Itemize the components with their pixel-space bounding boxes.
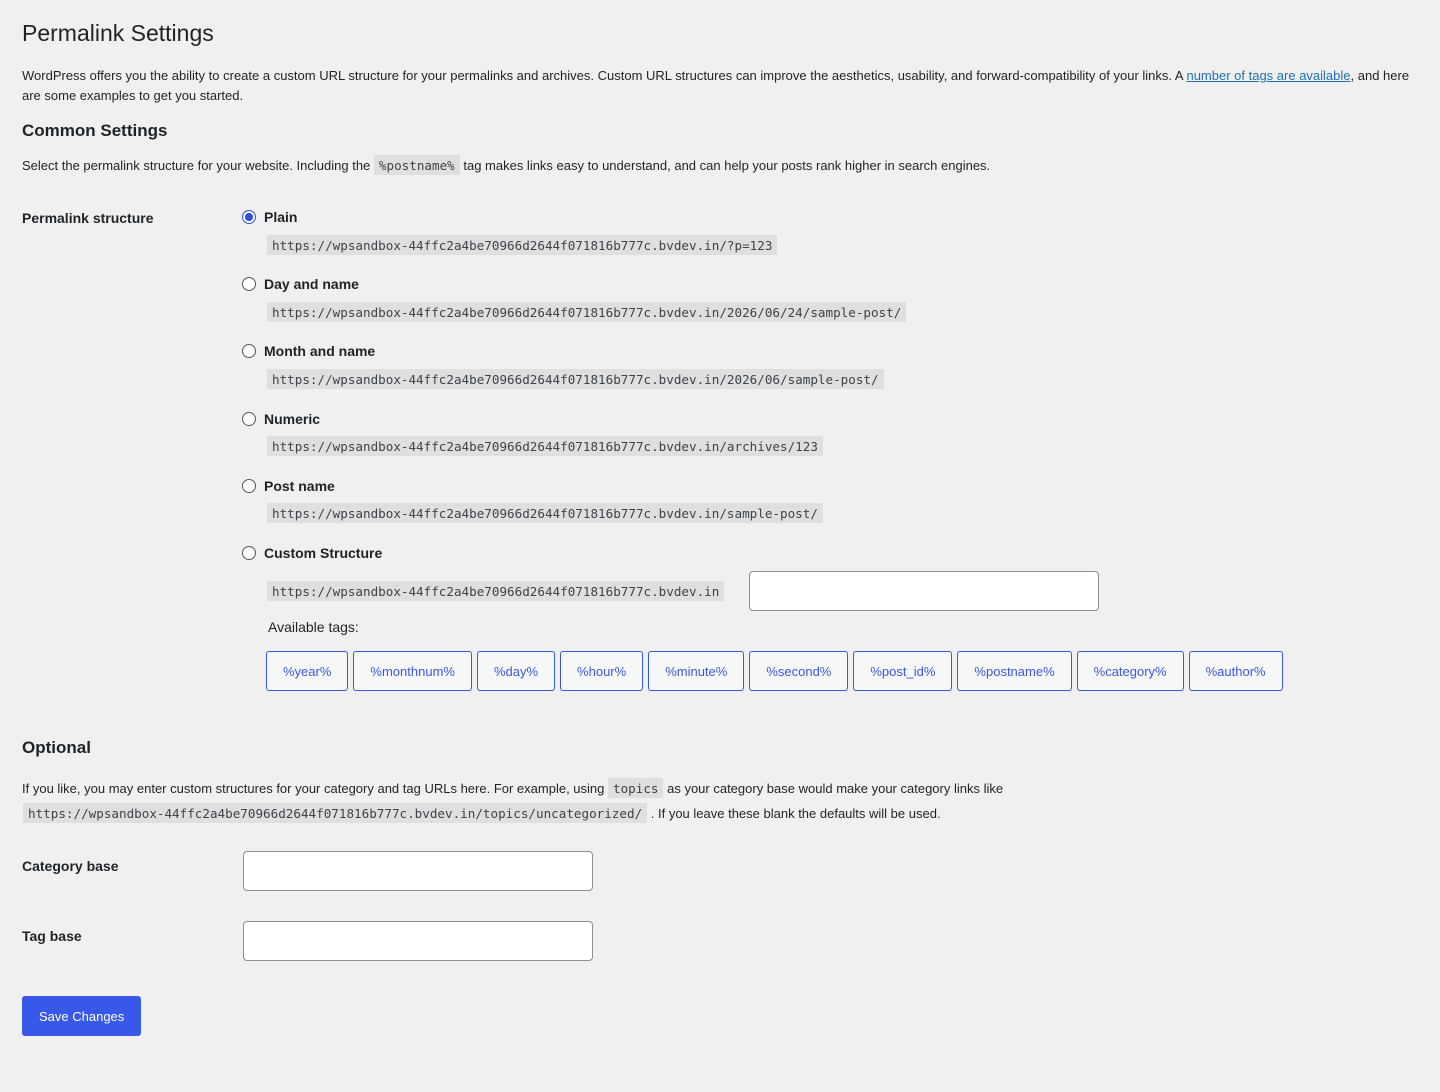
- available-tags-link[interactable]: number of tags are available: [1186, 68, 1350, 83]
- intro-text: WordPress offers you the ability to crea…: [22, 66, 1422, 105]
- save-changes-button[interactable]: Save Changes: [22, 996, 142, 1036]
- radio-option-month-and-name[interactable]: Month and name: [242, 343, 375, 359]
- radio-label-custom-structure: Custom Structure: [264, 545, 383, 561]
- optional-description: If you like, you may enter custom struct…: [22, 776, 1422, 826]
- topics-code: topics: [607, 778, 664, 798]
- postname-code: %postname%: [373, 155, 460, 175]
- custom-structure-input[interactable]: [749, 571, 1099, 611]
- radio-label-post-name: Post name: [264, 478, 335, 494]
- permalink-settings-page: Permalink Settings WordPress offers you …: [0, 0, 1440, 1092]
- optional-desc-middle: as your category base would make your ca…: [663, 781, 1004, 796]
- intro-text-before: WordPress offers you the ability to crea…: [22, 68, 1187, 83]
- radio-numeric[interactable]: [242, 412, 256, 426]
- radio-option-post-name[interactable]: Post name: [242, 478, 335, 494]
- available-tags-label: Available tags:: [268, 619, 359, 635]
- radio-label-month-and-name: Month and name: [264, 343, 376, 359]
- common-desc-before: Select the permalink structure for your …: [22, 158, 374, 173]
- category-example-url: https://wpsandbox-44ffc2a4be70966d2644f0…: [23, 803, 648, 823]
- sample-url-day-and-name: https://wpsandbox-44ffc2a4be70966d2644f0…: [267, 302, 907, 322]
- page-title: Permalink Settings: [22, 20, 214, 46]
- tag-button-hour[interactable]: %hour%: [560, 651, 644, 691]
- radio-option-custom-structure[interactable]: Custom Structure: [242, 545, 382, 561]
- category-base-input[interactable]: [243, 851, 593, 891]
- tag-button-category[interactable]: %category%: [1076, 651, 1184, 691]
- category-base-label: Category base: [22, 858, 119, 874]
- sample-url-plain: https://wpsandbox-44ffc2a4be70966d2644f0…: [267, 235, 778, 255]
- common-desc-after: tag makes links easy to understand, and …: [459, 158, 991, 173]
- tag-button-year[interactable]: %year%: [266, 651, 349, 691]
- radio-plain[interactable]: [242, 210, 256, 224]
- radio-post-name[interactable]: [242, 479, 256, 493]
- radio-option-day-and-name[interactable]: Day and name: [242, 276, 359, 292]
- tag-button-author[interactable]: %author%: [1188, 651, 1283, 691]
- tag-button-minute[interactable]: %minute%: [648, 651, 745, 691]
- optional-heading: Optional: [22, 738, 91, 757]
- sample-url-post-name: https://wpsandbox-44ffc2a4be70966d2644f0…: [267, 503, 823, 523]
- radio-day-and-name[interactable]: [242, 277, 256, 291]
- common-settings-description: Select the permalink structure for your …: [22, 155, 991, 176]
- optional-desc-after: . If you leave these blank the defaults …: [647, 806, 941, 821]
- tag-button-second[interactable]: %second%: [749, 651, 849, 691]
- common-settings-heading: Common Settings: [22, 121, 168, 140]
- available-tags-list: %year% %monthnum% %day% %hour% %minute% …: [266, 651, 1283, 691]
- sample-url-numeric: https://wpsandbox-44ffc2a4be70966d2644f0…: [267, 436, 823, 456]
- tag-base-label: Tag base: [22, 928, 82, 944]
- tag-button-monthnum[interactable]: %monthnum%: [353, 651, 472, 691]
- radio-label-plain: Plain: [264, 209, 298, 225]
- tag-button-day[interactable]: %day%: [476, 651, 556, 691]
- tag-button-post-id[interactable]: %post_id%: [853, 651, 953, 691]
- radio-label-numeric: Numeric: [264, 411, 321, 427]
- radio-option-numeric[interactable]: Numeric: [242, 411, 320, 427]
- tag-base-input[interactable]: [243, 921, 593, 961]
- radio-custom-structure[interactable]: [242, 546, 256, 560]
- radio-option-plain[interactable]: Plain: [242, 209, 297, 225]
- tag-button-postname[interactable]: %postname%: [957, 651, 1072, 691]
- sample-url-month-and-name: https://wpsandbox-44ffc2a4be70966d2644f0…: [267, 369, 884, 389]
- radio-label-day-and-name: Day and name: [264, 276, 359, 292]
- radio-month-and-name[interactable]: [242, 344, 256, 358]
- custom-structure-prefix: https://wpsandbox-44ffc2a4be70966d2644f0…: [267, 581, 725, 601]
- optional-desc-before: If you like, you may enter custom struct…: [22, 781, 608, 796]
- permalink-structure-label: Permalink structure: [22, 210, 154, 226]
